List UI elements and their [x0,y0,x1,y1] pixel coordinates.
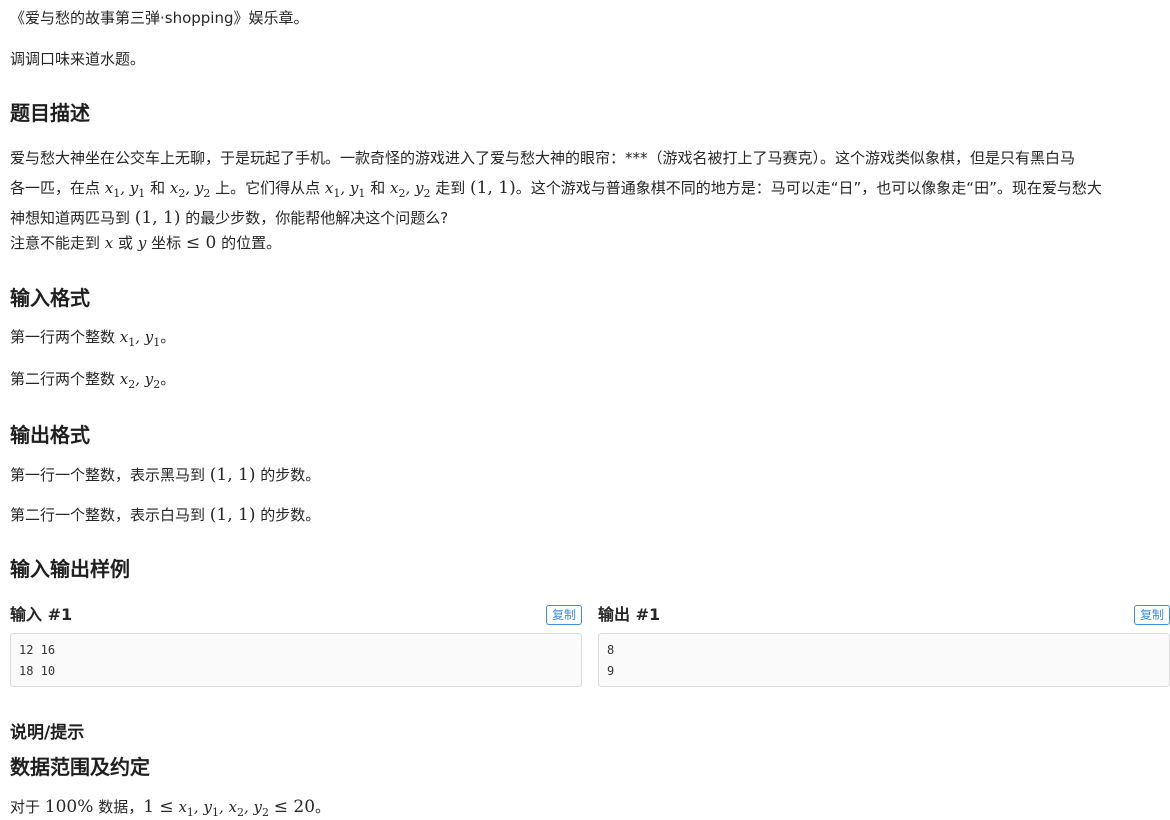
output-format-line-1: 第一行一个整数，表示黑马到 (1, 1) 的步数。 [10,465,321,485]
input-format-line-1: 第一行两个整数 x1, y1。 [10,328,176,349]
samples-container: 输入 #1 复制 12 16 18 10 输出 #1 复制 8 9 [10,603,1170,687]
output-format-line-2: 第二行一个整数，表示白马到 (1, 1) 的步数。 [10,505,321,525]
input-format-line-2: 第二行两个整数 x2, y2。 [10,370,176,391]
sample-output-code[interactable]: 8 9 [598,633,1170,687]
samples-heading: 输入输出样例 [10,557,130,581]
sample-input-title: 输入 #1 [10,604,73,624]
sample-output: 输出 #1 复制 8 9 [598,603,1170,687]
intro-line-1: 《爱与愁的故事第三弹·shopping》娱乐章。 [10,9,309,27]
copy-output-button[interactable]: 复制 [1133,605,1170,625]
sample-input-code[interactable]: 12 16 18 10 [10,633,582,687]
hint-subheading: 数据范围及约定 [10,755,150,779]
intro-line-2: 调调口味来道水题。 [10,50,146,68]
sample-input: 输入 #1 复制 12 16 18 10 [10,603,582,687]
sample-output-title: 输出 #1 [598,604,661,624]
math-point: (1, 1) [470,178,516,198]
hint-heading: 说明/提示 [10,723,85,743]
description-note: 注意不能走到 x 或 y 坐标 ≤ 0 的位置。 [10,233,282,253]
description-paragraph: 爱与愁大神坐在公交车上无聊，于是玩起了手机。一款奇怪的游戏进入了爱与愁大神的眼帘… [10,149,1102,228]
description-heading: 题目描述 [10,101,90,125]
input-format-heading: 输入格式 [10,286,90,310]
hint-range: 对于 100% 数据，1 ≤ x1, y1, x2, y2 ≤ 20。 [10,797,331,819]
copy-input-button[interactable]: 复制 [545,605,582,625]
output-format-heading: 输出格式 [10,423,90,447]
